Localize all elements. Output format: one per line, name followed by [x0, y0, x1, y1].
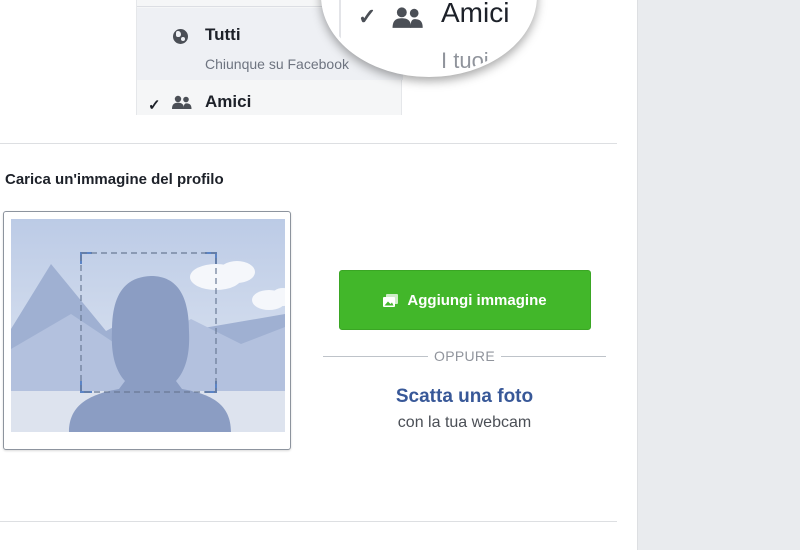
magnifier-lens: ✓ Amici I tuoi — [321, 0, 537, 77]
divider-line — [323, 355, 429, 357]
magnified-sublabel: I tuoi — [441, 48, 489, 73]
or-text: OPPURE — [434, 348, 495, 364]
webcam-subtext: con la tua webcam — [397, 414, 532, 431]
friends-icon — [172, 95, 192, 109]
privacy-option-label: Tutti — [205, 25, 241, 44]
profile-picture-preview[interactable] — [3, 211, 291, 450]
magnified-menu-item: ✓ Amici I tuoi — [339, 0, 534, 74]
section-divider — [0, 143, 617, 144]
right-side-panel — [637, 0, 800, 550]
image-icon — [383, 293, 399, 307]
add-image-label: Aggiungi immagine — [407, 291, 547, 309]
globe-icon — [173, 29, 188, 44]
add-image-button[interactable]: Aggiungi immagine — [339, 270, 591, 330]
checkmark-icon: ✓ — [358, 4, 377, 29]
section-title: Carica un'immagine del profilo — [5, 171, 224, 188]
checkmark-icon: ✓ — [148, 97, 161, 114]
take-photo-link[interactable]: Scatta una foto — [323, 386, 606, 408]
profile-placeholder-image — [11, 219, 285, 432]
section-divider — [0, 521, 617, 522]
privacy-option-description: Chiunque su Facebook — [205, 56, 349, 72]
or-divider: OPPURE — [323, 346, 606, 366]
magnified-label: Amici — [441, 0, 510, 28]
friends-icon — [392, 7, 423, 28]
privacy-option-label: Amici — [205, 92, 252, 111]
divider-line — [500, 355, 606, 357]
